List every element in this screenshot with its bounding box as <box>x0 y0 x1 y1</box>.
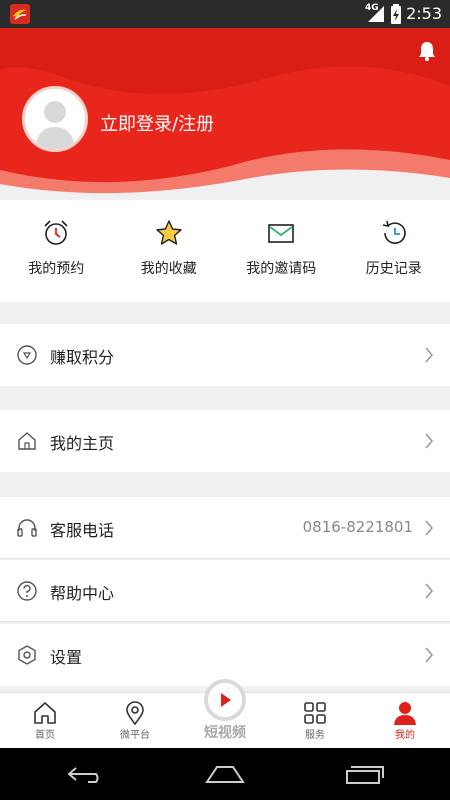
grid-icon <box>304 702 326 724</box>
back-icon[interactable] <box>66 764 106 784</box>
quick-label: 我的预约 <box>28 261 85 277</box>
profile-header: 立即登录/注册 <box>0 28 450 200</box>
quick-label: 我的邀请码 <box>246 261 317 277</box>
tab-label: 短视频 <box>204 725 246 741</box>
star-icon <box>156 220 182 245</box>
clock: 2:53 <box>406 4 442 23</box>
recent-apps-icon[interactable] <box>345 764 385 784</box>
tab-services[interactable]: 服务 <box>270 693 360 749</box>
play-icon <box>221 693 231 707</box>
chevron-right-icon <box>425 433 433 449</box>
tab-short-video[interactable]: 短视频 <box>180 679 270 749</box>
quick-item-favorites[interactable]: 我的收藏 <box>113 200 226 302</box>
quick-item-appointments[interactable]: 我的预约 <box>0 200 113 302</box>
points-icon <box>17 345 37 365</box>
tab-label: 首页 <box>35 730 55 741</box>
default-avatar-icon <box>25 89 85 149</box>
chevron-right-icon <box>425 520 433 536</box>
tab-home[interactable]: 首页 <box>0 693 90 749</box>
quick-item-invite-code[interactable]: 我的邀请码 <box>225 200 338 302</box>
menu-item-help-center[interactable]: 帮助中心 <box>0 560 450 622</box>
avatar[interactable] <box>22 86 88 152</box>
alarm-clock-icon <box>44 220 68 245</box>
app-notification-icon <box>10 4 30 24</box>
tab-label: 服务 <box>305 730 325 741</box>
signal-icon <box>368 6 384 22</box>
divider <box>0 621 450 622</box>
envelope-icon <box>268 224 295 243</box>
home-nav-icon[interactable] <box>205 764 245 784</box>
quick-item-history[interactable]: 历史记录 <box>338 200 450 302</box>
headset-icon <box>17 519 37 537</box>
quick-actions: 我的预约 我的收藏 我的邀请码 历史记录 <box>0 200 450 302</box>
phone-number[interactable]: 0816-8221801 <box>303 518 413 536</box>
quick-label: 我的收藏 <box>140 261 197 277</box>
menu-label: 赚取积分 <box>50 348 115 367</box>
person-icon <box>394 702 416 725</box>
quick-label: 历史记录 <box>365 261 422 277</box>
menu-label: 设置 <box>50 648 83 667</box>
tab-label: 微平台 <box>120 730 150 741</box>
battery-icon <box>391 4 401 24</box>
home-tab-icon <box>34 702 56 724</box>
menu-label: 帮助中心 <box>50 584 115 603</box>
divider <box>0 558 450 559</box>
chevron-right-icon <box>425 647 433 663</box>
tab-label: 我的 <box>395 730 415 741</box>
video-button-circle <box>204 679 246 721</box>
menu-item-customer-service[interactable]: 客服电话 0816-8221801 <box>0 497 450 559</box>
history-clock-icon <box>382 220 406 244</box>
menu-item-settings[interactable]: 设置 <box>0 624 450 686</box>
menu-label: 我的主页 <box>50 434 115 453</box>
menu-item-my-homepage[interactable]: 我的主页 <box>0 410 450 472</box>
bell-icon[interactable] <box>416 40 438 62</box>
tab-micro-platform[interactable]: 微平台 <box>90 693 180 749</box>
chevron-right-icon <box>425 347 433 363</box>
tab-mine[interactable]: 我的 <box>360 693 450 749</box>
status-bar: 4G 2:53 <box>0 0 450 28</box>
menu-item-earn-points[interactable]: 赚取积分 <box>0 324 450 386</box>
settings-icon <box>18 645 36 665</box>
system-navigation-bar <box>0 748 450 800</box>
menu-label: 客服电话 <box>50 521 115 540</box>
help-icon <box>17 581 37 601</box>
chevron-right-icon <box>425 583 433 599</box>
login-register-link[interactable]: 立即登录/注册 <box>100 110 214 136</box>
bottom-tab-bar: 首页 微平台 短视频 服务 我的 <box>0 679 450 749</box>
location-pin-icon <box>126 701 144 725</box>
home-icon <box>18 432 36 450</box>
